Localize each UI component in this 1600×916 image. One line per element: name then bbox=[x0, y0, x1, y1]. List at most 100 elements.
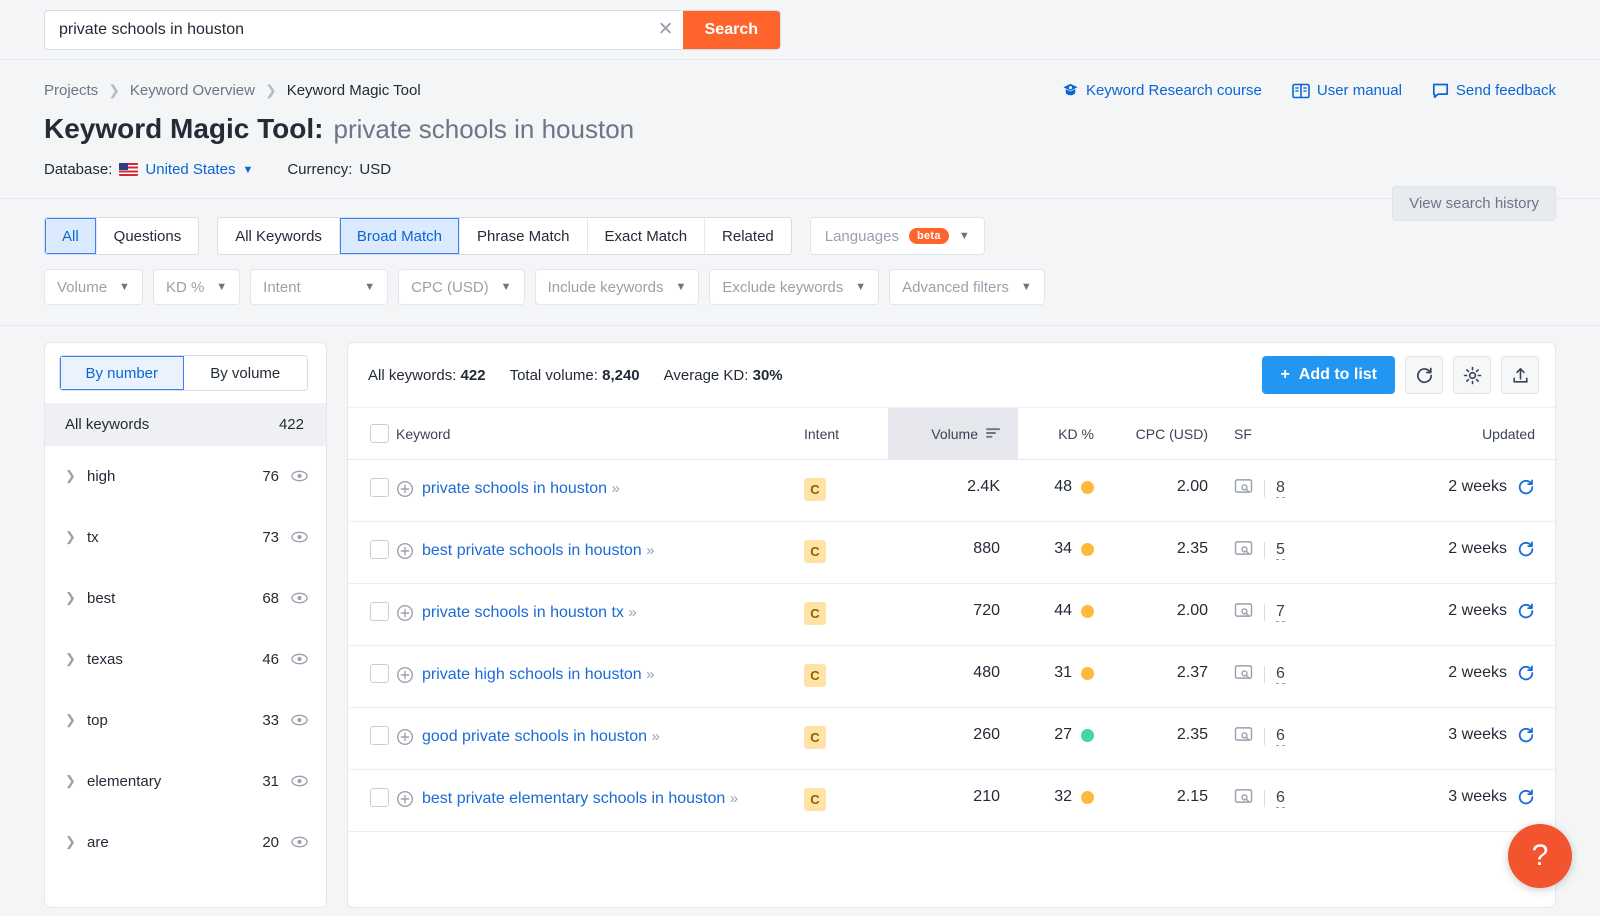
tab-phrase-match[interactable]: Phrase Match bbox=[459, 218, 588, 254]
table-row[interactable]: best private schools in houston » C 880 … bbox=[348, 521, 1555, 584]
export-icon[interactable] bbox=[1501, 356, 1539, 394]
sidebar-item-top[interactable]: ❯ top 33 bbox=[45, 690, 326, 751]
chevron-right-icon[interactable]: ❯ bbox=[65, 834, 87, 850]
toggle-by-volume[interactable]: By volume bbox=[183, 356, 307, 390]
chevron-right-icon[interactable]: ❯ bbox=[65, 773, 87, 789]
search-input[interactable] bbox=[45, 10, 649, 49]
filter-kd[interactable]: KD % ▼ bbox=[152, 269, 241, 305]
database-selector[interactable]: Database: United States ▼ bbox=[44, 161, 253, 178]
gear-icon[interactable] bbox=[1453, 356, 1491, 394]
column-header-volume[interactable]: Volume bbox=[888, 407, 1018, 460]
sort-descending-icon[interactable] bbox=[986, 426, 1000, 442]
keyword-expand-icon[interactable]: » bbox=[730, 790, 738, 807]
update-metrics-icon[interactable] bbox=[1517, 726, 1535, 744]
keyword-expand-icon[interactable]: » bbox=[611, 480, 619, 497]
serp-features-icon[interactable] bbox=[1234, 726, 1253, 747]
chevron-right-icon[interactable]: ❯ bbox=[65, 712, 87, 728]
languages-dropdown[interactable]: Languages beta ▼ bbox=[809, 217, 985, 255]
eye-icon[interactable] bbox=[291, 775, 308, 787]
row-checkbox[interactable] bbox=[369, 602, 389, 621]
search-button[interactable]: Search bbox=[682, 10, 780, 49]
tab-all[interactable]: All bbox=[45, 218, 97, 254]
clear-icon[interactable]: ✕ bbox=[649, 11, 683, 49]
user-manual-link[interactable]: User manual bbox=[1292, 82, 1402, 99]
row-checkbox[interactable] bbox=[369, 478, 389, 497]
sidebar-item-tx[interactable]: ❯ tx 73 bbox=[45, 507, 326, 568]
sidebar-item-are[interactable]: ❯ are 20 bbox=[45, 812, 326, 873]
column-header-cpc[interactable]: CPC (USD) bbox=[1110, 407, 1220, 460]
send-feedback-link[interactable]: Send feedback bbox=[1432, 82, 1556, 99]
sf-count[interactable]: 6 bbox=[1276, 727, 1285, 746]
tab-questions[interactable]: Questions bbox=[96, 218, 199, 254]
keyword-research-course-link[interactable]: Keyword Research course bbox=[1062, 82, 1262, 99]
add-keyword-icon[interactable] bbox=[396, 542, 414, 565]
sf-count[interactable]: 8 bbox=[1276, 479, 1285, 498]
column-header-updated[interactable]: Updated bbox=[1332, 407, 1555, 460]
table-row[interactable]: private high schools in houston » C 480 … bbox=[348, 645, 1555, 708]
select-all-checkbox[interactable] bbox=[369, 424, 389, 443]
keyword-link[interactable]: best private elementary schools in houst… bbox=[422, 788, 738, 810]
keyword-expand-icon[interactable]: » bbox=[652, 728, 660, 745]
sidebar-item-all-keywords[interactable]: All keywords 422 bbox=[45, 403, 326, 446]
breadcrumb-item-projects[interactable]: Projects bbox=[44, 82, 98, 99]
chevron-right-icon[interactable]: ❯ bbox=[65, 468, 87, 484]
update-metrics-icon[interactable] bbox=[1517, 540, 1535, 558]
tab-broad-match[interactable]: Broad Match bbox=[339, 218, 460, 254]
add-to-list-button[interactable]: + Add to list bbox=[1262, 356, 1395, 394]
refresh-icon[interactable] bbox=[1405, 356, 1443, 394]
serp-features-icon[interactable] bbox=[1234, 478, 1253, 499]
chevron-right-icon[interactable]: ❯ bbox=[65, 590, 87, 606]
table-row[interactable]: best private elementary schools in houst… bbox=[348, 769, 1555, 832]
sf-count[interactable]: 5 bbox=[1276, 541, 1285, 560]
sidebar-item-high[interactable]: ❯ high 76 bbox=[45, 446, 326, 507]
keyword-expand-icon[interactable]: » bbox=[646, 666, 654, 683]
table-row[interactable]: good private schools in houston » C 260 … bbox=[348, 707, 1555, 770]
add-keyword-icon[interactable] bbox=[396, 728, 414, 751]
column-header-sf[interactable]: SF bbox=[1220, 407, 1332, 460]
update-metrics-icon[interactable] bbox=[1517, 478, 1535, 496]
keyword-link[interactable]: private schools in houston » bbox=[422, 478, 620, 500]
update-metrics-icon[interactable] bbox=[1517, 788, 1535, 806]
database-value[interactable]: United States bbox=[145, 161, 235, 178]
row-checkbox[interactable] bbox=[369, 540, 389, 559]
sidebar-item-elementary[interactable]: ❯ elementary 31 bbox=[45, 751, 326, 812]
row-checkbox[interactable] bbox=[369, 664, 389, 683]
sidebar-item-texas[interactable]: ❯ texas 46 bbox=[45, 629, 326, 690]
sf-count[interactable]: 6 bbox=[1276, 789, 1285, 808]
filter-cpc[interactable]: CPC (USD) ▼ bbox=[398, 269, 525, 305]
eye-icon[interactable] bbox=[291, 653, 308, 665]
add-keyword-icon[interactable] bbox=[396, 790, 414, 813]
column-header-intent[interactable]: Intent bbox=[796, 407, 888, 460]
add-keyword-icon[interactable] bbox=[396, 480, 414, 503]
serp-features-icon[interactable] bbox=[1234, 664, 1253, 685]
serp-features-icon[interactable] bbox=[1234, 602, 1253, 623]
keyword-link[interactable]: good private schools in houston » bbox=[422, 726, 660, 748]
serp-features-icon[interactable] bbox=[1234, 788, 1253, 809]
chevron-right-icon[interactable]: ❯ bbox=[65, 651, 87, 667]
sf-count[interactable]: 6 bbox=[1276, 665, 1285, 684]
filter-include-keywords[interactable]: Include keywords ▼ bbox=[534, 269, 700, 305]
sidebar-item-best[interactable]: ❯ best 68 bbox=[45, 568, 326, 629]
toggle-by-number[interactable]: By number bbox=[60, 356, 184, 390]
eye-icon[interactable] bbox=[291, 714, 308, 726]
keyword-expand-icon[interactable]: » bbox=[646, 542, 654, 559]
add-keyword-icon[interactable] bbox=[396, 666, 414, 689]
table-row[interactable]: private schools in houston tx » C 720 44… bbox=[348, 583, 1555, 646]
filter-advanced[interactable]: Advanced filters ▼ bbox=[889, 269, 1045, 305]
update-metrics-icon[interactable] bbox=[1517, 602, 1535, 620]
tab-related[interactable]: Related bbox=[705, 218, 791, 254]
row-checkbox[interactable] bbox=[369, 788, 389, 807]
column-header-keyword[interactable]: Keyword bbox=[396, 407, 796, 460]
row-checkbox[interactable] bbox=[369, 726, 389, 745]
filter-exclude-keywords[interactable]: Exclude keywords ▼ bbox=[709, 269, 880, 305]
keyword-link[interactable]: private high schools in houston » bbox=[422, 664, 655, 686]
tab-all-keywords[interactable]: All Keywords bbox=[218, 218, 340, 254]
help-button[interactable]: ? bbox=[1508, 824, 1572, 888]
keyword-link[interactable]: private schools in houston tx » bbox=[422, 602, 637, 624]
filter-volume[interactable]: Volume ▼ bbox=[44, 269, 143, 305]
column-header-kd[interactable]: KD % bbox=[1018, 407, 1110, 460]
filter-intent[interactable]: Intent ▼ bbox=[250, 269, 389, 305]
eye-icon[interactable] bbox=[291, 531, 308, 543]
eye-icon[interactable] bbox=[291, 592, 308, 604]
eye-icon[interactable] bbox=[291, 836, 308, 848]
